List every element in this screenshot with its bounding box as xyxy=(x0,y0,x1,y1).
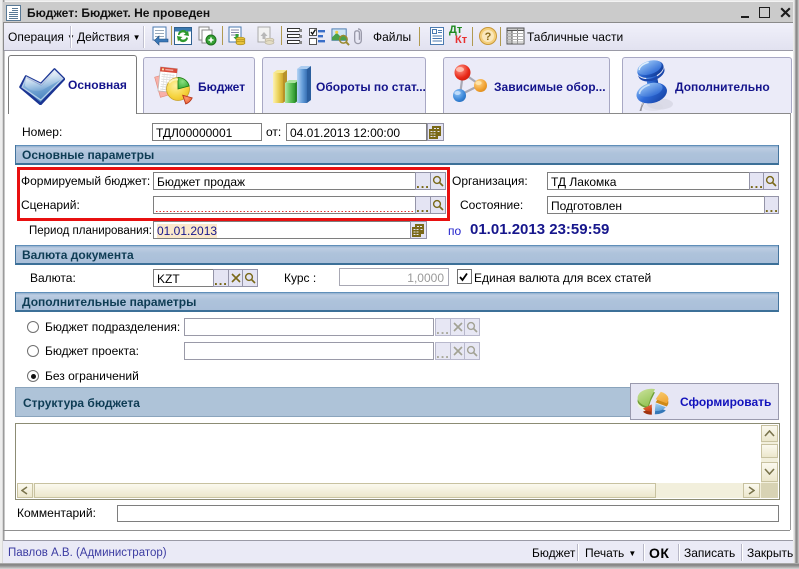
svg-text:?: ? xyxy=(485,31,492,43)
